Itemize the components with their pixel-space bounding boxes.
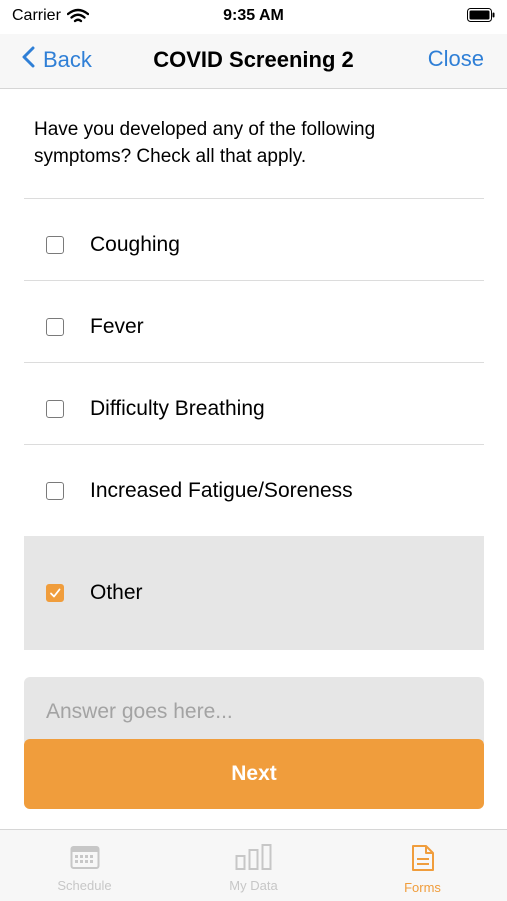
option-other[interactable]: Other [24,536,484,650]
option-label: Increased Fatigue/Soreness [90,479,353,502]
document-icon [338,844,507,877]
status-time: 9:35 AM [223,7,284,24]
calendar-icon [0,844,169,875]
option-label: Coughing [90,233,180,256]
answer-input[interactable] [24,677,484,747]
option-label: Other [90,581,143,604]
checkbox-icon[interactable] [46,318,64,336]
tab-schedule[interactable]: Schedule [0,836,169,896]
tab-label: Schedule [57,878,112,893]
option-label: Fever [90,315,144,338]
divider [24,198,484,199]
checkbox-icon[interactable] [46,400,64,418]
navigation-bar: Back COVID Screening 2 Close [0,34,507,89]
checkbox-icon[interactable] [46,482,64,500]
close-button[interactable]: Close [428,46,484,72]
battery-icon [467,8,495,22]
divider [24,444,484,445]
form-content: Have you developed any of the following … [0,89,507,829]
tab-forms[interactable]: Forms [338,836,507,896]
divider [24,362,484,363]
option-fever[interactable]: Fever [24,287,484,367]
checkmark-icon [50,588,61,598]
bar-chart-icon [169,844,338,875]
tab-label: My Data [229,878,278,893]
tab-label: Forms [404,880,441,895]
tab-my-data[interactable]: My Data [169,836,338,896]
checkbox-icon[interactable] [46,236,64,254]
option-coughing[interactable]: Coughing [24,205,484,285]
question-text: Have you developed any of the following … [34,119,376,167]
option-difficulty-breathing[interactable]: Difficulty Breathing [24,369,484,449]
next-button[interactable]: Next [24,739,484,809]
option-label: Difficulty Breathing [90,397,265,420]
status-bar: Carrier 9:35 AM [0,0,507,34]
option-increased-fatigue[interactable]: Increased Fatigue/Soreness [24,451,484,531]
checkbox-checked-icon[interactable] [46,584,64,602]
divider [24,280,484,281]
tab-bar: Schedule My Data Forms [0,829,507,901]
